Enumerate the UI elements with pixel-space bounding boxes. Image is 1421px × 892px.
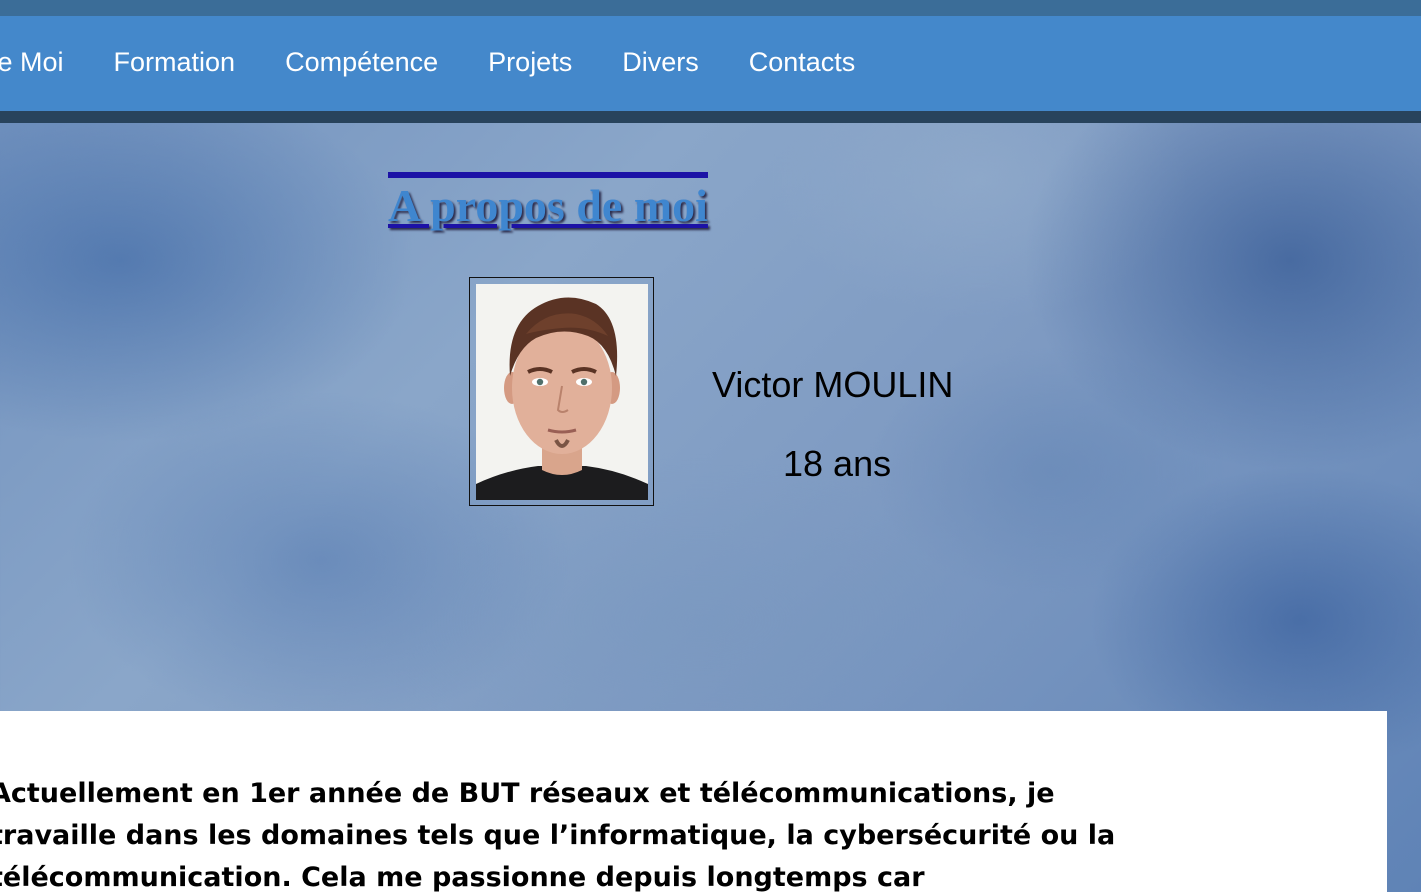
profile-age: 18 ans [783, 443, 892, 484]
profile-name: Victor MOULIN [712, 364, 954, 405]
bio-text: Actuellement en 1er année de BUT réseaux… [0, 778, 1116, 892]
page-title: A propos de moi [388, 172, 708, 234]
main-navbar: De Moi Formation Compétence Projets Dive… [0, 16, 1421, 123]
nav-item-contacts[interactable]: Contacts [749, 46, 856, 78]
bio-panel: Actuellement en 1er année de BUT réseaux… [0, 711, 1387, 892]
profile-photo-frame [469, 277, 654, 506]
nav-item-divers[interactable]: Divers [622, 46, 699, 78]
nav-item-de-moi[interactable]: De Moi [0, 46, 64, 78]
profile-photo [476, 284, 648, 500]
nav-item-competence[interactable]: Compétence [285, 46, 438, 78]
portrait-illustration [476, 284, 648, 500]
nav-item-formation[interactable]: Formation [114, 46, 236, 78]
nav-item-projets[interactable]: Projets [488, 46, 572, 78]
nav-list: De Moi Formation Compétence Projets Dive… [0, 46, 905, 78]
